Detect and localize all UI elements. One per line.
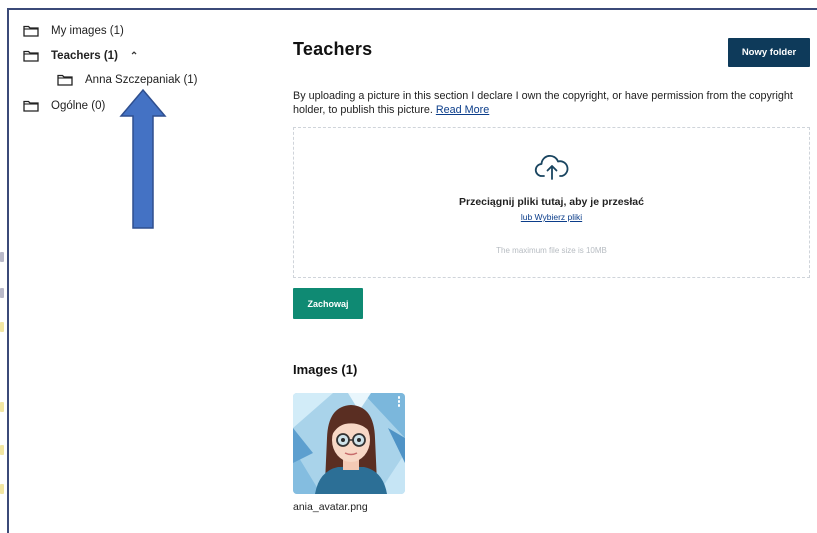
image-filename: ania_avatar.png [293,501,368,513]
annotation-arrow-icon [119,88,167,229]
sidebar-item-label: My images (1) [51,25,124,37]
folder-icon [23,100,39,112]
sidebar-item-label: Anna Szczepaniak (1) [85,74,198,86]
sidebar-item-teachers[interactable]: Teachers (1) ⌃ [23,50,138,62]
left-gutter [0,0,6,533]
avatar-image [293,393,405,494]
image-thumbnail[interactable] [293,393,405,494]
sidebar-item-anna-szczepaniak[interactable]: Anna Szczepaniak (1) [57,74,198,86]
sidebar-item-label: Ogólne (0) [51,100,106,112]
cloud-upload-icon [534,155,569,180]
dropzone-title: Przeciągnij pliki tutaj, aby je przesłać [459,196,644,208]
file-size-hint: The maximum file size is 10MB [496,246,607,255]
copyright-notice: By uploading a picture in this section I… [293,89,793,117]
save-button[interactable]: Zachowaj [293,288,363,319]
folder-icon [57,74,73,86]
more-options-icon[interactable] [397,396,401,408]
folder-icon [23,25,39,37]
folder-icon [23,50,39,62]
choose-files-link[interactable]: lub Wybierz pliki [294,212,809,222]
images-header: Images (1) [293,362,358,377]
page-title: Teachers [293,39,373,59]
copyright-text: By uploading a picture in this section I… [293,90,793,116]
sidebar-item-label: Teachers (1) [51,50,118,62]
sidebar-item-ogolne[interactable]: Ogólne (0) [23,100,105,112]
chevron-up-icon[interactable]: ⌃ [130,51,138,62]
sidebar-item-my-images[interactable]: My images (1) [23,25,124,37]
read-more-link[interactable]: Read More [436,104,489,116]
new-folder-button[interactable]: Nowy folder [728,38,810,67]
upload-dropzone[interactable]: Przeciągnij pliki tutaj, aby je przesłać… [293,127,810,278]
